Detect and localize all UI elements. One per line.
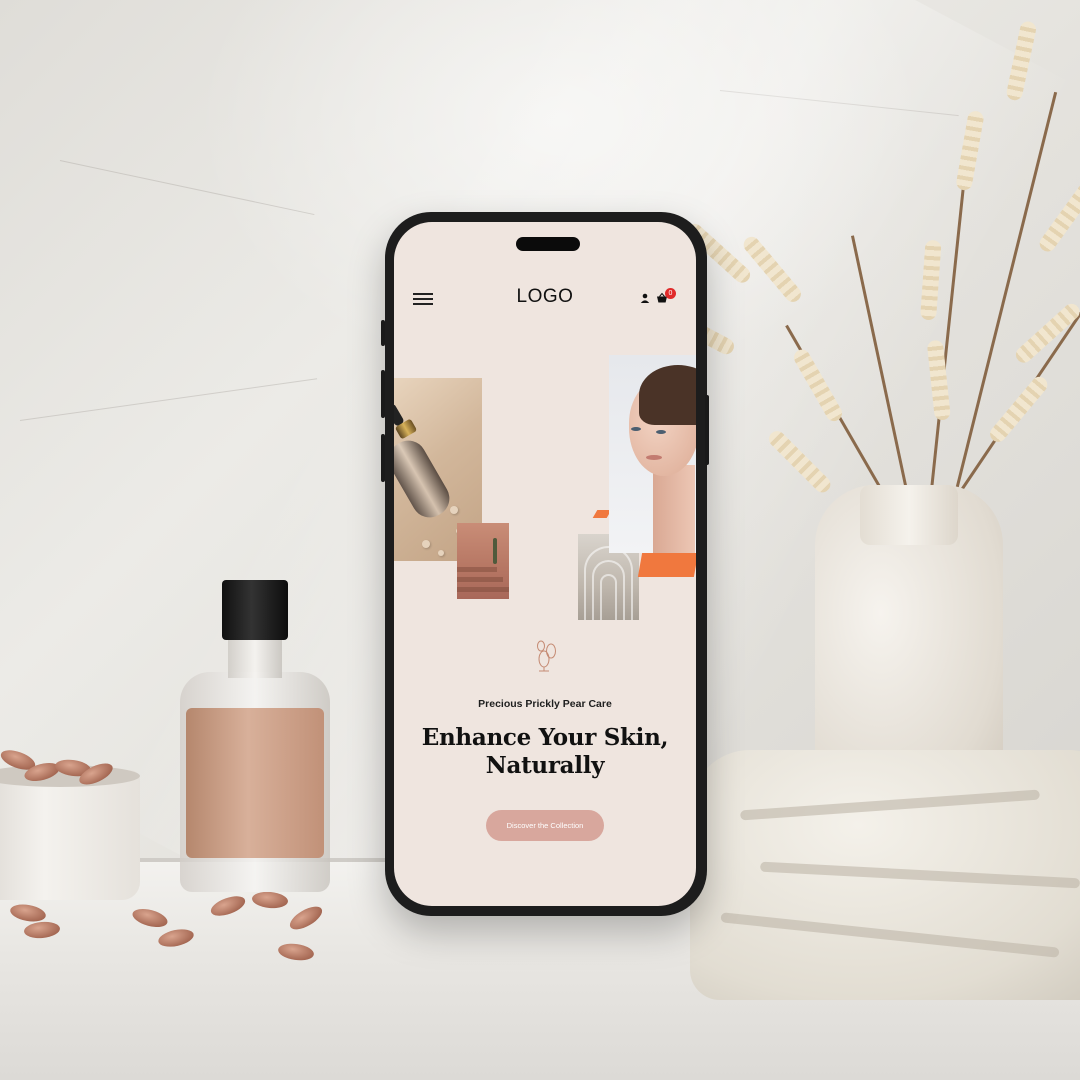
arch (600, 574, 617, 620)
phone-power-button (705, 395, 709, 465)
bottle-cap (222, 580, 288, 640)
droplet (438, 550, 444, 556)
model-eye (656, 430, 666, 434)
discover-collection-button[interactable]: Discover the Collection (486, 810, 604, 841)
droplet (450, 506, 458, 514)
dropper-glass (394, 433, 456, 525)
hero-headline-line-1: Enhance Your Skin, (421, 724, 669, 751)
model-portrait-image (609, 355, 696, 553)
user-icon[interactable] (639, 292, 651, 304)
hero-headline: Enhance Your Skin, Naturally (394, 724, 696, 780)
model-neck (653, 465, 695, 553)
model-lips (646, 455, 662, 460)
phone-side-button (381, 434, 385, 482)
hero-headline-line-2: Naturally (485, 752, 605, 779)
phone-screen: LOGO 0 Precious Prickly Pear Care Enhanc… (394, 222, 696, 906)
dynamic-island (516, 237, 580, 251)
vase-neck (860, 485, 958, 545)
cart-count-badge: 0 (665, 288, 676, 299)
stair-step (457, 577, 503, 582)
bottle-liquid (186, 708, 324, 858)
bottle-neck (228, 638, 282, 678)
phone-side-button (381, 320, 385, 346)
phone-side-button (381, 370, 385, 418)
droplet (422, 540, 430, 548)
orange-accent-shape (637, 553, 696, 577)
cactus (493, 538, 497, 564)
prickly-pear-cactus-icon (537, 640, 556, 672)
hero-subtitle: Precious Prickly Pear Care (478, 698, 612, 710)
stair-step (457, 587, 509, 592)
model-eye (631, 427, 641, 431)
stone-bowl (0, 770, 140, 900)
stair-step (457, 567, 497, 572)
model-hair (639, 365, 696, 425)
desert-stairs-image (457, 523, 509, 599)
